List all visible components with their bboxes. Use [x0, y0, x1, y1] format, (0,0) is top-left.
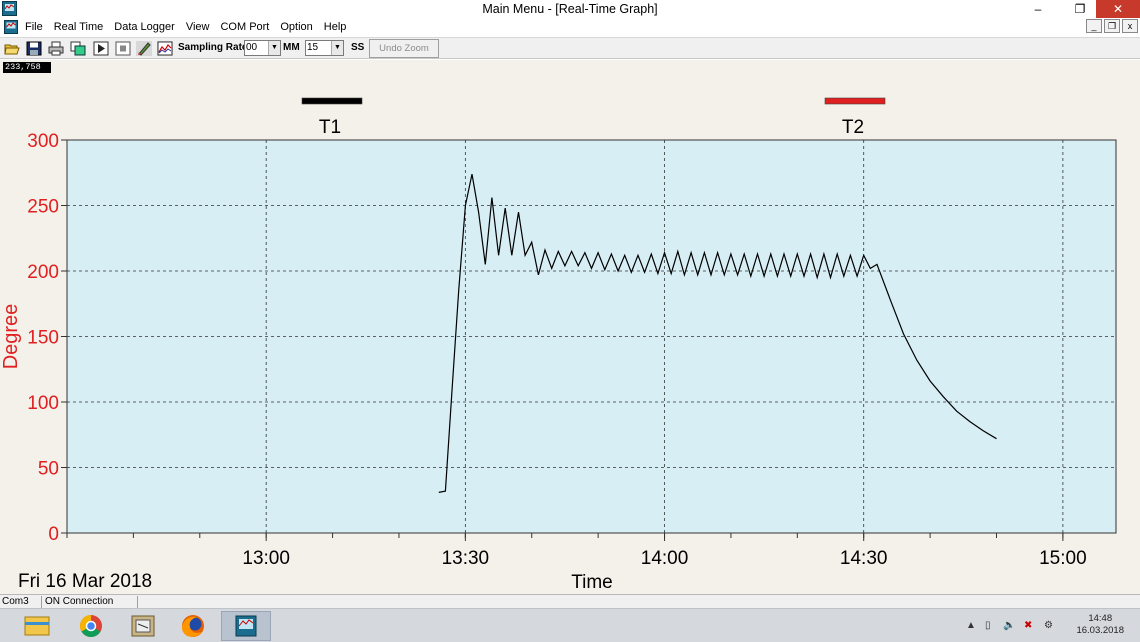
mm-label: MM — [283, 42, 300, 53]
menu-bar: File Real Time Data Logger View COM Port… — [0, 18, 1140, 37]
chevron-down-icon[interactable]: ▼ — [268, 41, 280, 55]
y-tick-label: 200 — [27, 262, 59, 283]
y-tick-label: 150 — [27, 328, 59, 349]
menu-help[interactable]: Help — [324, 21, 353, 33]
legend-label-t2: T2 — [842, 117, 864, 138]
date-label: Fri 16 Mar 2018 — [18, 571, 152, 592]
volume-icon[interactable]: 🔈 — [1003, 620, 1015, 631]
status-bar: Com3 ON Connection — [0, 594, 1140, 608]
real-time-graph[interactable]: 0 50 100 150 200 250 300 13:00 13:30 14:00 14:30 15… — [0, 60, 1140, 594]
menu-file[interactable]: File — [25, 21, 49, 33]
file-explorer-icon[interactable] — [12, 611, 62, 641]
chrome-icon[interactable] — [66, 611, 116, 641]
seconds-value: 15 — [307, 42, 319, 53]
chart-icon[interactable] — [157, 41, 173, 56]
sampling-rate-label: Sampling Rate — [178, 42, 248, 53]
maximize-button[interactable]: ❐ — [1066, 0, 1094, 18]
menu-option[interactable]: Option — [280, 21, 318, 33]
x-tick-label: 14:30 — [840, 548, 888, 569]
sample-counter: 233,758 — [3, 62, 51, 73]
play-icon[interactable] — [93, 41, 109, 56]
x-tick-label: 13:00 — [242, 548, 290, 569]
realtime-graph-app-icon[interactable] — [221, 611, 271, 641]
minutes-select[interactable]: 00 ▼ — [244, 40, 281, 56]
copy-icon[interactable] — [70, 41, 86, 56]
undo-zoom-button[interactable]: Undo Zoom — [369, 39, 439, 58]
y-axis-label: Degree — [0, 304, 22, 370]
x-tick-label: 15:00 — [1039, 548, 1087, 569]
x-tick-label: 14:00 — [641, 548, 689, 569]
stop-icon[interactable] — [115, 41, 131, 56]
print-icon[interactable] — [48, 41, 64, 56]
legend-swatch-t2 — [824, 97, 886, 105]
toolbar: Sampling Rate 00 ▼ MM 15 ▼ SS Undo Zoom — [0, 37, 1140, 59]
firefox-icon[interactable] — [168, 611, 218, 641]
network-warning-icon[interactable]: ✖ — [1024, 620, 1032, 631]
mdi-close-button[interactable]: x — [1122, 19, 1138, 33]
close-button[interactable]: ✕ — [1096, 0, 1140, 18]
y-tick-label: 250 — [27, 197, 59, 218]
y-tick-label: 50 — [38, 459, 59, 480]
menu-data-logger[interactable]: Data Logger — [114, 21, 181, 33]
taskbar: ▲ ▯ 🔈 ✖ ⚙ 14:48 16.03.2018 — [0, 608, 1140, 642]
title-bar: Main Menu - [Real-Time Graph] – ❐ ✕ — [0, 0, 1140, 18]
mdi-minimize-button[interactable]: _ — [1086, 19, 1102, 33]
minimize-button[interactable]: – — [1024, 0, 1052, 18]
x-tick-label: 13:30 — [442, 548, 490, 569]
save-disk-icon[interactable] — [26, 41, 42, 56]
ss-label: SS — [351, 42, 365, 53]
menu-com-port[interactable]: COM Port — [220, 21, 275, 33]
y-tick-label: 100 — [27, 393, 59, 414]
document-icon[interactable] — [4, 20, 18, 34]
taskbar-clock[interactable]: 14:48 16.03.2018 — [1076, 613, 1124, 637]
chevron-down-icon[interactable]: ▼ — [331, 41, 343, 55]
tray-chevron-icon[interactable]: ▲ — [966, 620, 976, 631]
clock-date: 16.03.2018 — [1076, 625, 1124, 636]
tray-settings-icon[interactable]: ⚙ — [1044, 620, 1053, 631]
mdi-restore-button[interactable]: ❐ — [1104, 19, 1120, 33]
status-connection: ON Connection — [43, 596, 138, 608]
seconds-select[interactable]: 15 ▼ — [305, 40, 344, 56]
legend-label-t1: T1 — [319, 117, 341, 138]
legend-swatch-t1 — [301, 97, 363, 105]
clock-time: 14:48 — [1088, 613, 1113, 624]
archive-icon[interactable] — [118, 611, 168, 641]
menu-real-time[interactable]: Real Time — [54, 21, 110, 33]
menu-view[interactable]: View — [186, 21, 216, 33]
open-folder-icon[interactable] — [4, 41, 20, 56]
status-port: Com3 — [0, 596, 42, 608]
y-tick-label: 300 — [27, 131, 59, 152]
y-tick-label: 0 — [48, 524, 59, 545]
tray-device-icon[interactable]: ▯ — [985, 620, 991, 631]
window-title: Main Menu - [Real-Time Graph] — [482, 2, 658, 16]
graph-panel: 0 50 100 150 200 250 300 13:00 13:30 14:00 14:30 15… — [0, 60, 1140, 594]
minutes-value: 00 — [246, 42, 258, 53]
pen-icon[interactable] — [136, 41, 152, 56]
x-axis-label: Time — [571, 572, 613, 593]
